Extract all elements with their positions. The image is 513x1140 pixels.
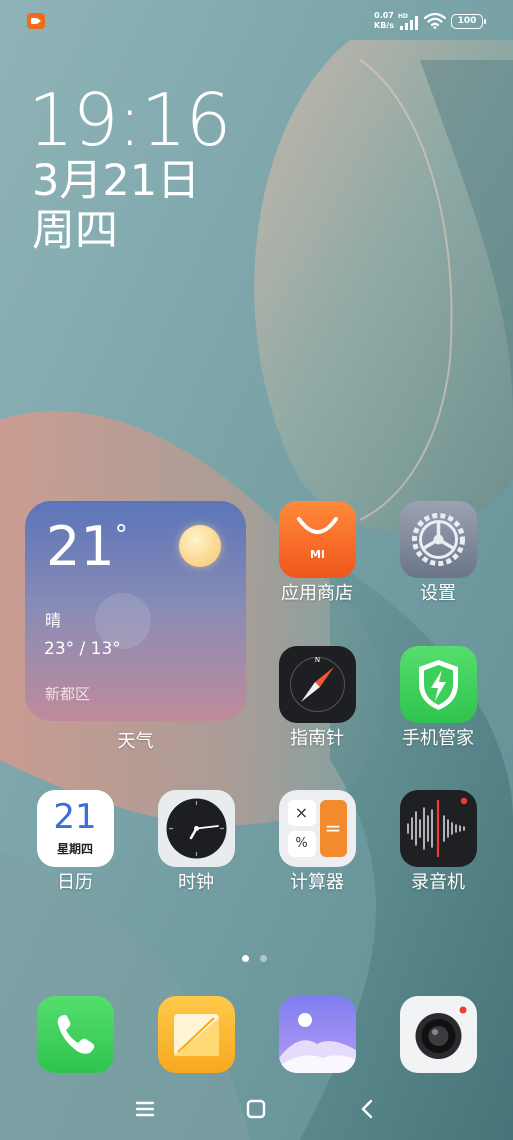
- compass-label: 指南针: [290, 728, 344, 749]
- calculator-label: 计算器: [290, 872, 344, 893]
- weather-temperature: 21°: [46, 515, 128, 579]
- calendar-label: 日历: [57, 872, 93, 893]
- weather-widget[interactable]: 21° 晴 23° / 13° 新都区: [25, 501, 246, 721]
- app-store-bag-icon: MI: [278, 501, 356, 578]
- clock-weekday[interactable]: 周四: [32, 206, 118, 256]
- net-speed-value: 0.07: [374, 11, 394, 20]
- compass-north-label: N: [314, 656, 319, 664]
- clock-time[interactable]: 19:16: [28, 80, 231, 160]
- calendar-icon: 21 星期四: [36, 790, 114, 867]
- page-dot-inactive[interactable]: [260, 955, 267, 962]
- clock-icon: [157, 790, 235, 867]
- app-store-app[interactable]: MI 应用商店: [262, 501, 372, 606]
- dock-phone-app[interactable]: [20, 996, 130, 1073]
- phone-icon: [36, 996, 114, 1073]
- sound-wave-icon: [399, 790, 477, 867]
- home-square-icon[interactable]: [244, 1098, 268, 1120]
- recorder-app[interactable]: 录音机: [383, 790, 493, 895]
- weather-widget-label: 天气: [117, 731, 154, 752]
- battery-indicator: 100: [451, 14, 486, 29]
- dock-gallery-app[interactable]: [262, 996, 372, 1073]
- weather-temp-range: 23° / 13°: [44, 639, 121, 659]
- dock-camera-app[interactable]: [383, 996, 493, 1073]
- weather-condition: 晴: [45, 611, 62, 630]
- weather-temp-value: 21: [46, 515, 115, 578]
- sun-icon: [179, 525, 221, 567]
- weather-location: 新都区: [45, 685, 91, 703]
- settings-label: 设置: [420, 583, 456, 604]
- calendar-weekday: 星期四: [56, 842, 93, 856]
- status-bar: 0.07 KB/s HD 100: [0, 0, 513, 42]
- app-store-label: 应用商店: [281, 583, 353, 604]
- clock-date[interactable]: 3月21日: [32, 156, 200, 206]
- calendar-day: 21: [53, 797, 97, 837]
- page-dot-active[interactable]: [242, 955, 249, 962]
- compass-app[interactable]: N 指南针: [262, 646, 372, 751]
- calculator-icon: × % =: [278, 790, 356, 867]
- net-speed-unit: KB/s: [374, 21, 394, 30]
- shield-lightning-icon: [399, 646, 477, 723]
- settings-app[interactable]: 设置: [383, 501, 493, 606]
- gallery-icon: [278, 996, 356, 1073]
- clock-label: 时钟: [178, 872, 214, 893]
- camera-icon: [399, 996, 477, 1073]
- menu-icon[interactable]: [133, 1098, 157, 1120]
- record-icon[interactable]: [27, 13, 45, 29]
- signal-icon: [400, 16, 418, 30]
- security-app[interactable]: 手机管家: [383, 646, 493, 751]
- dock-notes-app[interactable]: [141, 996, 251, 1073]
- clock-app[interactable]: 时钟: [141, 790, 251, 895]
- calendar-app[interactable]: 21 星期四 日历: [20, 790, 130, 895]
- back-chevron-icon[interactable]: [356, 1098, 380, 1120]
- notes-icon: [157, 996, 235, 1073]
- compass-icon: N: [278, 646, 356, 723]
- recorder-label: 录音机: [411, 872, 465, 893]
- calculator-app[interactable]: × % = 计算器: [262, 790, 372, 895]
- degree-symbol: °: [114, 520, 128, 550]
- security-label: 手机管家: [402, 728, 474, 749]
- wifi-icon: [424, 13, 446, 29]
- mi-badge: MI: [309, 548, 324, 561]
- network-speed: 0.07 KB/s: [369, 11, 399, 31]
- gear-icon: [399, 501, 477, 578]
